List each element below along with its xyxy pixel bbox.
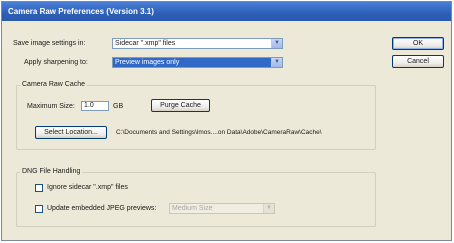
chevron-down-icon: ▼	[271, 58, 282, 67]
save-settings-select[interactable]: Sidecar ".xmp" files ▼	[112, 38, 283, 49]
preview-size-select[interactable]: Medium Size ▼	[169, 203, 275, 214]
sharpening-label: Apply sharpening to:	[24, 59, 88, 66]
max-size-input[interactable]: 1.0	[81, 101, 109, 111]
save-settings-label: Save image settings in:	[13, 40, 86, 47]
dng-file-handling-group	[16, 172, 376, 227]
max-size-label: Maximum Size:	[27, 103, 75, 110]
cache-group-label: Camera Raw Cache	[20, 80, 88, 89]
camera-raw-preferences-dialog: Camera Raw Preferences (Version 3.1) Sav…	[1, 1, 452, 241]
update-jpeg-label: Update embedded JPEG previews:	[47, 205, 157, 212]
purge-cache-button[interactable]: Purge Cache	[151, 99, 210, 112]
save-settings-value: Sidecar ".xmp" files	[115, 40, 176, 47]
update-jpeg-checkbox[interactable]	[35, 205, 43, 213]
chevron-down-icon: ▼	[271, 39, 282, 48]
sharpening-value: Preview images only	[115, 59, 180, 66]
chevron-down-icon: ▼	[263, 204, 274, 213]
camera-raw-cache-group	[16, 85, 376, 150]
preview-size-value: Medium Size	[172, 205, 213, 212]
dng-group-label: DNG File Handling	[20, 167, 83, 176]
dialog-title: Camera Raw Preferences (Version 3.1)	[2, 2, 451, 21]
ignore-sidecar-checkbox[interactable]	[35, 184, 43, 192]
sharpening-select[interactable]: Preview images only ▼	[112, 57, 283, 68]
cancel-button[interactable]: Cancel	[392, 55, 444, 68]
ok-button[interactable]: OK	[392, 37, 444, 50]
select-location-button[interactable]: Select Location...	[35, 126, 107, 139]
cache-path: C:\Documents and Settings\lmos....on Dat…	[116, 129, 322, 136]
ignore-sidecar-label: Ignore sidecar ".xmp" files	[47, 184, 128, 191]
max-size-unit: GB	[113, 103, 124, 110]
